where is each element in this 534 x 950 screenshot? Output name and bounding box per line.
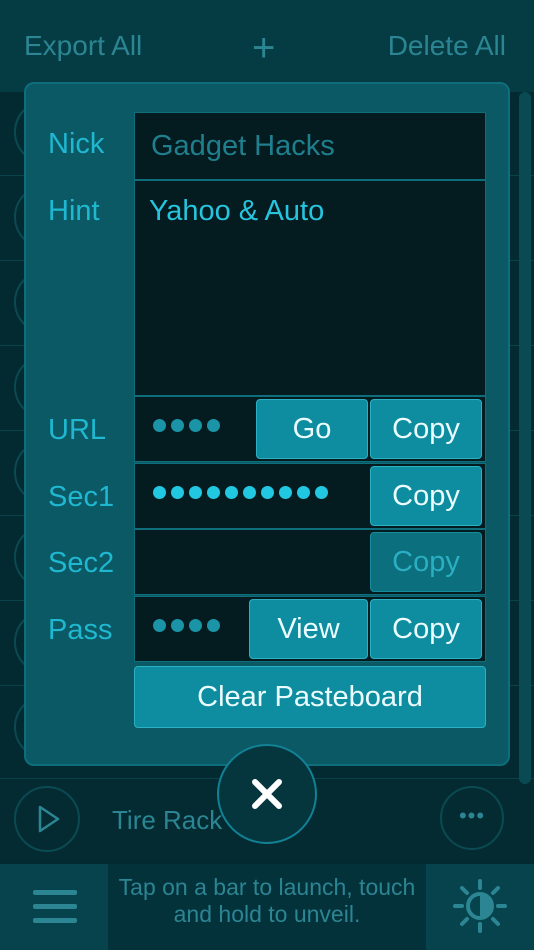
pass-masked-value bbox=[153, 619, 220, 639]
hamburger-icon bbox=[33, 918, 77, 923]
mask-dot bbox=[297, 486, 310, 499]
play-button[interactable] bbox=[14, 786, 80, 852]
url-label: URL bbox=[48, 414, 107, 446]
url-go-button[interactable]: Go bbox=[256, 399, 368, 459]
more-icon[interactable]: ••• bbox=[440, 786, 504, 850]
scrollbar[interactable] bbox=[519, 92, 531, 784]
mask-dot bbox=[225, 486, 238, 499]
mask-dot bbox=[171, 619, 184, 632]
mask-dot bbox=[315, 486, 328, 499]
sec1-label: Sec1 bbox=[48, 481, 115, 513]
mask-dot bbox=[189, 486, 202, 499]
add-icon[interactable]: + bbox=[252, 26, 275, 71]
mask-dot bbox=[153, 419, 166, 432]
menu-button[interactable] bbox=[0, 864, 108, 950]
close-icon bbox=[252, 779, 282, 809]
delete-all-button[interactable]: Delete All bbox=[388, 30, 506, 62]
usage-hint: Tap on a bar to launch, touch and hold t… bbox=[118, 874, 416, 927]
url-copy-button[interactable]: Copy bbox=[370, 399, 482, 459]
sec1-copy-button[interactable]: Copy bbox=[370, 466, 482, 526]
mask-dot bbox=[279, 486, 292, 499]
close-button[interactable] bbox=[217, 744, 317, 844]
mask-dot bbox=[171, 486, 184, 499]
mask-dot bbox=[171, 419, 184, 432]
nick-input[interactable] bbox=[149, 129, 473, 164]
sec2-label: Sec2 bbox=[48, 547, 115, 579]
mask-dot bbox=[207, 486, 220, 499]
mask-dot bbox=[153, 486, 166, 499]
export-all-button[interactable]: Export All bbox=[24, 30, 142, 62]
clear-pasteboard-button[interactable]: Clear Pasteboard bbox=[134, 666, 486, 728]
hint-value: Yahoo & Auto bbox=[149, 195, 325, 227]
hint-field[interactable]: Yahoo & Auto bbox=[134, 180, 486, 396]
sec1-masked-value bbox=[153, 486, 328, 506]
mask-dot bbox=[153, 619, 166, 632]
hint-label: Hint bbox=[48, 195, 100, 227]
play-icon bbox=[38, 805, 60, 833]
mask-dot bbox=[243, 486, 256, 499]
sec2-copy-button[interactable]: Copy bbox=[370, 532, 482, 592]
sun-moon-icon bbox=[453, 879, 507, 933]
pass-label: Pass bbox=[48, 614, 113, 646]
mask-dot bbox=[189, 419, 202, 432]
hamburger-icon bbox=[33, 890, 77, 895]
pass-view-button[interactable]: View bbox=[249, 599, 368, 659]
hamburger-icon bbox=[33, 904, 77, 909]
mask-dot bbox=[261, 486, 274, 499]
mask-dot bbox=[207, 419, 220, 432]
nick-label: Nick bbox=[48, 128, 105, 160]
mask-dot bbox=[207, 619, 220, 632]
mask-dot bbox=[189, 619, 202, 632]
entry-detail-dialog: Nick Hint Yahoo & Auto URL Go Copy Sec1 … bbox=[24, 82, 510, 766]
nick-field[interactable] bbox=[134, 112, 486, 180]
url-masked-value bbox=[153, 419, 220, 439]
list-item-label: Tire Rack bbox=[112, 805, 223, 835]
theme-toggle-button[interactable] bbox=[426, 864, 534, 950]
top-bar: Export All + Delete All bbox=[0, 0, 534, 92]
pass-copy-button[interactable]: Copy bbox=[370, 599, 482, 659]
